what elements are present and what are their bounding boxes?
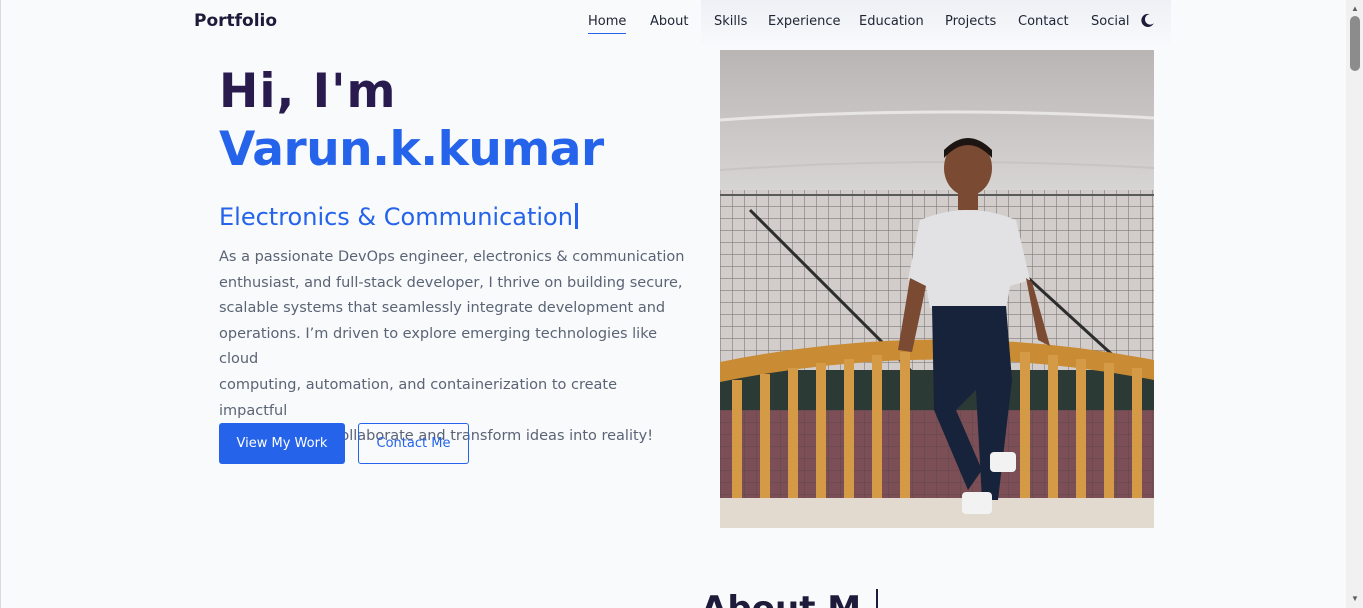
navbar: Portfolio Home About Skills Experience E… [1,0,1346,48]
hero-description: As a passionate DevOps engineer, electro… [219,245,689,450]
nav-link-home[interactable]: Home [588,14,627,34]
contact-me-button[interactable]: Contact Me [358,423,469,464]
nav-link-education[interactable]: Education [859,14,924,29]
nav-link-skills[interactable]: Skills [714,14,747,29]
hero-description-line: As a passionate DevOps engineer, electro… [219,249,685,265]
hero-role: Electronics & Communication [219,203,578,231]
nav-link-experience[interactable]: Experience [768,14,841,29]
scroll-thumb[interactable] [1350,16,1360,71]
hero-description-line: enthusiast, and full-stack developer, I … [219,274,683,291]
scroll-up-arrow-icon[interactable]: ▲ [1351,4,1359,13]
profile-photo-illustration [720,50,1154,528]
about-typing-cursor [876,589,878,608]
hero-name: Varun.k.kumar [219,122,604,177]
view-my-work-button[interactable]: View My Work [219,423,345,464]
hero-description-line: operations. I’m driven to explore emergi… [219,325,658,368]
brand-logo[interactable]: Portfolio [194,11,277,31]
nav-link-about[interactable]: About [650,14,688,29]
hero-role-text: Electronics & Communication [219,203,573,231]
moon-icon[interactable] [1140,13,1155,28]
vertical-scrollbar[interactable]: ▲ ▼ [1346,0,1363,608]
hero-description-line: computing, automation, and containerizat… [219,376,618,419]
nav-link-social[interactable]: Social [1091,14,1130,29]
about-section-heading: About M [701,592,861,608]
hero-greeting: Hi, I'm [219,64,397,119]
nav-link-projects[interactable]: Projects [945,14,996,29]
scroll-down-arrow-icon[interactable]: ▼ [1351,594,1359,603]
hero-description-line: scalable systems that seamlessly integra… [219,300,666,317]
profile-photo [720,50,1154,528]
typing-cursor [574,203,578,229]
nav-link-contact[interactable]: Contact [1018,14,1069,29]
